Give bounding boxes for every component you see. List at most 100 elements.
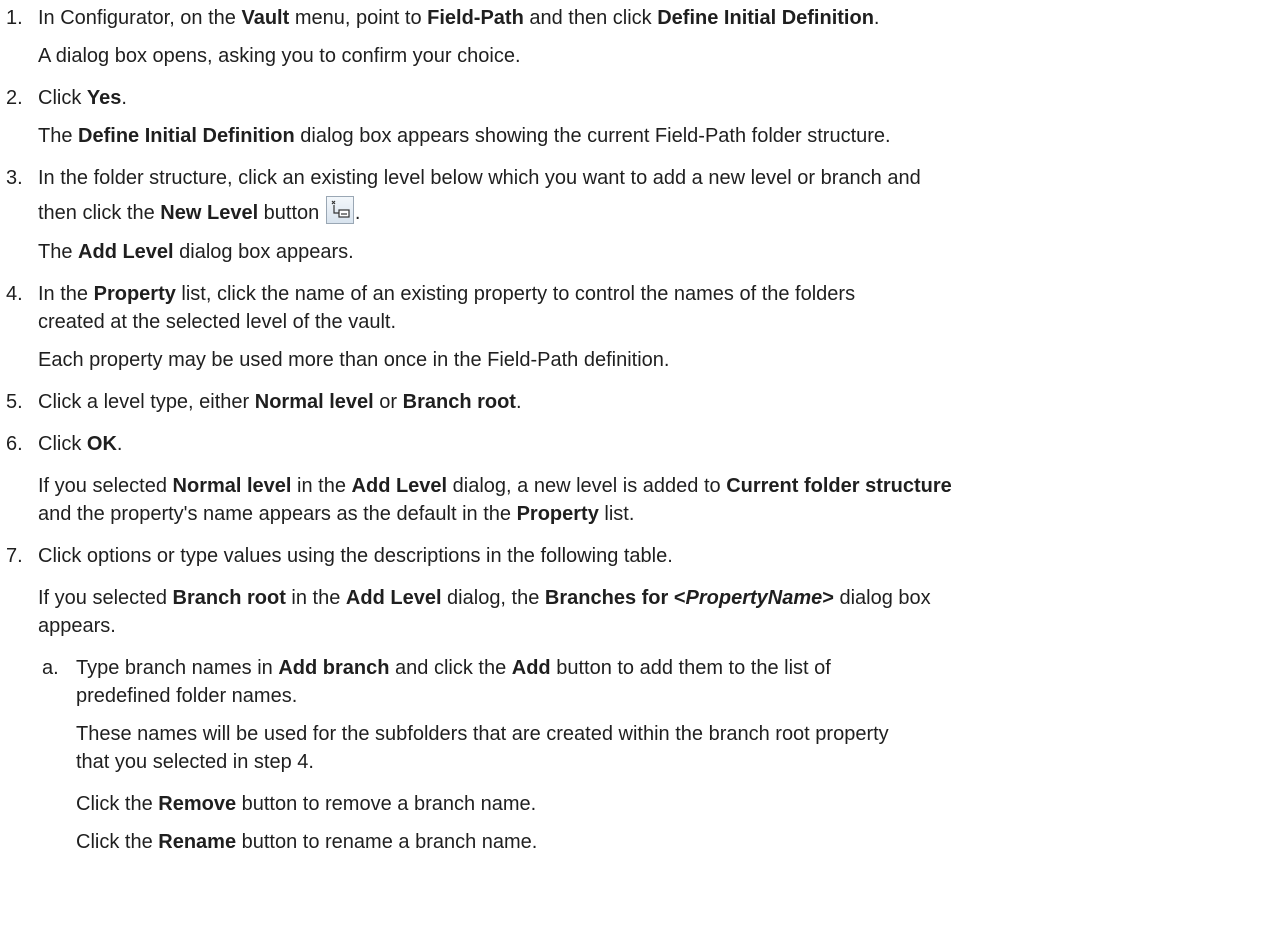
text-run: button to remove a branch name. — [236, 793, 537, 815]
text-run: . — [873, 7, 880, 29]
text-run: . — [515, 391, 522, 413]
step-line: The Define Initial Definition dialog box… — [0, 122, 1262, 150]
bold-term: Define Initial Definition — [78, 125, 295, 147]
new-level-icon — [325, 196, 354, 224]
step-number: 6. — [6, 433, 23, 455]
bold-term: Branch root — [402, 391, 516, 413]
bold-term: Add Level — [351, 475, 448, 497]
bold-term: New Level — [160, 202, 259, 224]
text-run: list. — [598, 503, 635, 525]
bold-term: Property — [516, 503, 599, 525]
step-line: 4. In the Property list, click the name o… — [0, 280, 1262, 308]
bold-term: Remove — [158, 793, 237, 815]
text-run: If you selected — [38, 587, 173, 609]
step-text: that you selected in step 4. — [76, 748, 314, 776]
text-run: dialog, a new level is added to — [447, 475, 727, 497]
step-line: Each property may be used more than once… — [0, 346, 1262, 374]
step-line: A dialog box opens, asking you to confir… — [0, 42, 1262, 70]
step-number: 1. — [6, 7, 23, 29]
step-text: Click options or type values using the d… — [38, 542, 673, 570]
bold-term: PropertyName — [685, 587, 823, 609]
text-run: Click — [38, 87, 87, 109]
bold-term: Add Level — [78, 241, 174, 263]
text-run: The — [38, 241, 79, 263]
procedure-document: 1. In Configurator, on the Vault menu, po… — [0, 0, 1262, 951]
text-run: If you selected — [38, 475, 173, 497]
step-text: In the Property list, click the name of … — [38, 280, 855, 308]
text-run: dialog box appears. — [173, 241, 354, 263]
step-text: In Configurator, on the Vault menu, poin… — [38, 4, 879, 32]
text-run: and click the — [389, 657, 512, 679]
step-number: 2. — [6, 87, 23, 109]
step-line: and the property's name appears as the d… — [0, 500, 1262, 528]
text-run: or — [373, 391, 403, 413]
step-text: Click the Rename button to rename a bran… — [76, 828, 537, 856]
step-line: The Add Level dialog box appears. — [0, 238, 1262, 266]
text-run: Click options or type values using the d… — [38, 545, 673, 567]
step-line: 6. Click OK. — [0, 430, 1262, 458]
step-text: If you selected Branch root in the Add L… — [38, 584, 931, 612]
step-line: appears. — [0, 612, 1262, 640]
step-text: then click the New Level button . — [38, 196, 360, 227]
text-run: A dialog box opens, asking you to confir… — [38, 45, 521, 67]
text-run: dialog box — [833, 587, 931, 609]
text-run: dialog box appears showing the current F… — [294, 125, 891, 147]
text-run: in the — [285, 587, 346, 609]
text-run: In the folder structure, click an existi… — [38, 167, 921, 189]
step-text: Click OK. — [38, 430, 122, 458]
bold-term: Vault — [241, 7, 290, 29]
step-text: The Add Level dialog box appears. — [38, 238, 354, 266]
text-run: button — [258, 202, 325, 224]
step-text: A dialog box opens, asking you to confir… — [38, 42, 521, 70]
text-run: The — [38, 125, 79, 147]
step-line: 2. Click Yes. — [0, 84, 1262, 112]
bold-term: Add Level — [345, 587, 442, 609]
bold-term: Branch root — [172, 587, 286, 609]
bold-term: Normal level — [172, 475, 292, 497]
text-run: . — [354, 202, 361, 224]
substep-letter: a. — [42, 657, 59, 679]
text-run: In the — [38, 283, 94, 305]
text-run: Click the — [76, 831, 159, 853]
text-run: Type branch names in — [76, 657, 279, 679]
text-run: . — [116, 433, 123, 455]
text-run: dialog, the — [441, 587, 545, 609]
step-text: Click a level type, either Normal level … — [38, 388, 522, 416]
bold-term: OK — [86, 433, 117, 455]
text-run: and then click — [523, 7, 658, 29]
step-line: then click the New Level button . — [0, 196, 1262, 224]
text-run: button to add them to the list of — [550, 657, 831, 679]
text-run: These names will be used for the subfold… — [76, 723, 889, 745]
step-line: Click the Rename button to rename a bran… — [0, 828, 1262, 856]
step-text: In the folder structure, click an existi… — [38, 164, 921, 192]
bold-term: Normal level — [254, 391, 374, 413]
step-text: predefined folder names. — [76, 682, 297, 710]
bold-term: Define Initial Definition — [657, 7, 874, 29]
step-number: 7. — [6, 545, 23, 567]
bold-term: Add — [511, 657, 551, 679]
step-text: created at the selected level of the vau… — [38, 308, 396, 336]
bold-term: Property — [93, 283, 176, 305]
step-text: Click the Remove button to remove a bran… — [76, 790, 536, 818]
bold-term: Branches for < — [544, 587, 686, 609]
bold-term: Add branch — [278, 657, 390, 679]
text-run: that you selected in step 4. — [76, 751, 314, 773]
step-text: appears. — [38, 612, 116, 640]
text-run: Each property may be used more than once… — [38, 349, 670, 371]
text-run: menu, point to — [289, 7, 428, 29]
text-run: button to rename a branch name. — [236, 831, 538, 853]
step-text: Each property may be used more than once… — [38, 346, 669, 374]
text-run: then click the — [38, 202, 161, 224]
step-text: Type branch names in Add branch and clic… — [76, 654, 831, 682]
text-run: Click a level type, either — [38, 391, 255, 413]
text-run: In Configurator, on the — [38, 7, 242, 29]
step-text: The Define Initial Definition dialog box… — [38, 122, 891, 150]
step-text: and the property's name appears as the d… — [38, 500, 634, 528]
step-line: These names will be used for the subfold… — [0, 720, 1262, 748]
text-run: created at the selected level of the vau… — [38, 311, 396, 333]
text-run: list, click the name of an existing prop… — [175, 283, 856, 305]
step-line: created at the selected level of the vau… — [0, 308, 1262, 336]
step-number: 5. — [6, 391, 23, 413]
step-text: If you selected Normal level in the Add … — [38, 472, 952, 500]
text-run: and the property's name appears as the d… — [38, 503, 517, 525]
